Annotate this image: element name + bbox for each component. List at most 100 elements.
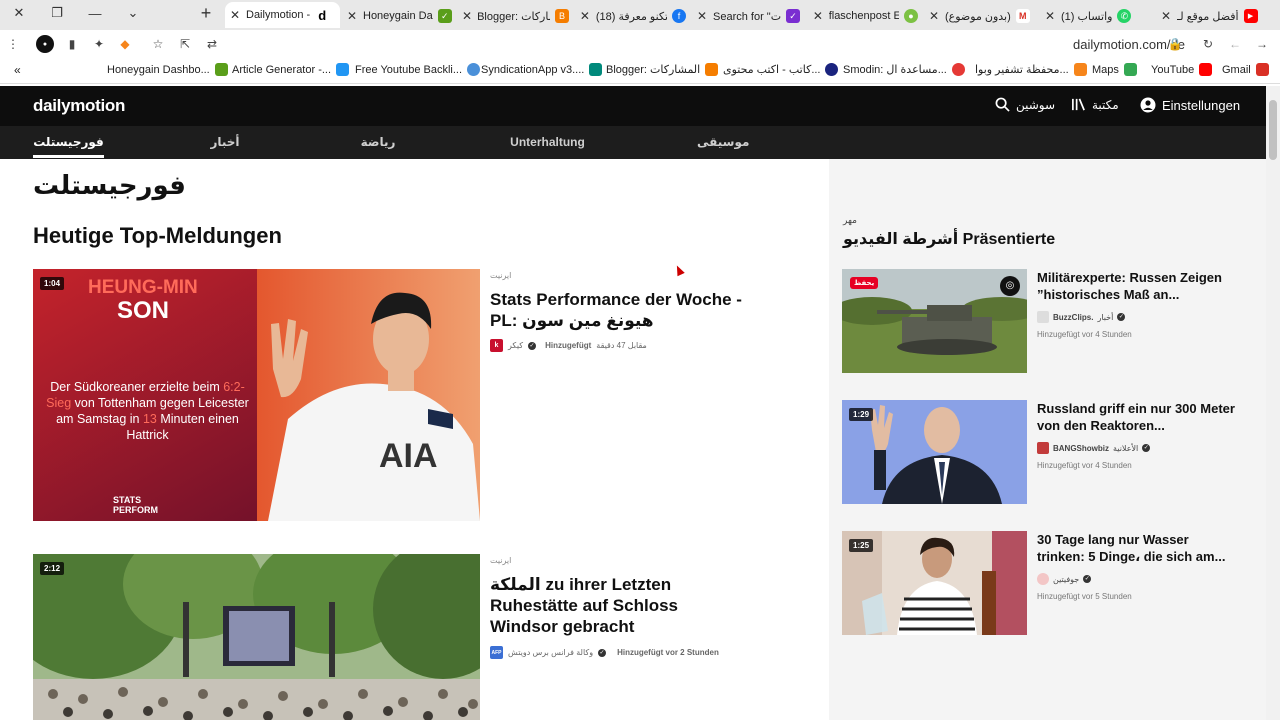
tab-whatsapp[interactable]: ✕ (1) واتساب ✆ <box>1040 4 1154 28</box>
channel-name[interactable]: جوفيتين <box>1053 575 1079 584</box>
blogger-icon <box>705 63 719 76</box>
bookmark-crypto-wallet[interactable]: محفظة تشفير وبوا... <box>975 63 1087 76</box>
tab-dailymotion[interactable]: ✕ Dailymotion - d <box>225 2 340 28</box>
bookmark-honeygain[interactable]: Honeygain Dashbo... <box>107 63 228 76</box>
bookmarks-overflow-icon[interactable]: « <box>14 63 21 77</box>
nav-tab-entertainment[interactable]: Unterhaltung <box>505 135 590 149</box>
scrollbar-thumb[interactable] <box>1269 100 1277 160</box>
side-panel-icon[interactable]: ▮ <box>63 35 81 53</box>
close-tab-icon[interactable]: ✕ <box>346 9 358 23</box>
tab-honeygain[interactable]: ✕ Honeygain Da ✓ <box>342 4 456 28</box>
settings-label: Einstellungen <box>1162 97 1241 113</box>
new-tab-icon[interactable]: + <box>193 0 219 26</box>
maps-icon <box>1123 63 1137 76</box>
site-header: dailymotion سوشين مكتبة Einstellungen <box>0 86 1266 126</box>
nav-tab-music[interactable]: موسيقى <box>697 135 749 149</box>
minimize-icon[interactable]: — <box>82 0 108 26</box>
bookmark-article-generator[interactable]: Article Generator -... <box>232 63 350 76</box>
honeygain-favicon-icon: ✓ <box>437 9 452 23</box>
page-scrollbar[interactable] <box>1266 86 1280 720</box>
flaschenpost-favicon-icon: ● <box>904 9 918 23</box>
video-title[interactable]: 30 Tage lang nur Wasser trinken: 5 Dinge… <box>1037 531 1237 565</box>
verified-icon: ✓ <box>1117 313 1126 321</box>
tab-gmail[interactable]: ✕ (بدون موضوع) M <box>924 4 1038 28</box>
globe-icon <box>467 63 481 76</box>
bookmark-star-icon[interactable]: ☆ <box>149 35 167 53</box>
tab-flaschenpost[interactable]: ✕ flaschenpost E ● <box>808 4 922 28</box>
restore-icon[interactable]: ❐ <box>44 0 70 26</box>
video-thumbnail[interactable]: 1:29 <box>842 400 1027 504</box>
channel-name[interactable]: وكالة فرانس برس دويتش <box>508 648 593 657</box>
back-icon[interactable]: → <box>1253 35 1271 53</box>
story-category[interactable]: ايرنيت <box>490 271 511 280</box>
bookmark-maps[interactable]: Maps <box>1092 63 1137 76</box>
featured-video-item[interactable]: يحفظ ◎ Militärexperte: Russen Zeigen ”hi… <box>842 269 1242 373</box>
library-button[interactable]: مكتبة <box>1071 97 1119 112</box>
channel-name[interactable]: BANGShowbiz <box>1053 444 1109 453</box>
bookmark-label: Free Youtube Backli... <box>355 63 463 76</box>
menu-dots-icon[interactable]: ⋮ <box>7 35 19 53</box>
profile-avatar[interactable]: ● <box>36 35 54 53</box>
extensions-icon[interactable]: ✦ <box>90 35 108 53</box>
library-label: مكتبة <box>1092 97 1119 112</box>
featured-video-item[interactable]: 1:29 Russland griff ein nur 300 Meter vo… <box>842 400 1242 504</box>
syndication-icon <box>589 63 603 76</box>
close-tab-icon[interactable]: ✕ <box>812 9 824 23</box>
lens-search-icon[interactable]: ◎ <box>1000 276 1020 296</box>
tab-youtube[interactable]: ✕ أفضل موقع لـ ▶ <box>1156 4 1270 28</box>
close-tab-icon[interactable]: ✕ <box>928 9 940 23</box>
katib-icon <box>825 63 839 76</box>
close-tab-icon[interactable]: ✕ <box>1160 9 1172 23</box>
forward-icon[interactable]: ← <box>1226 35 1244 53</box>
bookmark-youtube[interactable]: YouTube <box>1151 63 1213 76</box>
bookmark-label: YouTube <box>1151 63 1195 76</box>
bookmark-label: Article Generator -... <box>232 63 332 76</box>
close-tab-icon[interactable]: ✕ <box>696 9 708 23</box>
bookmark-katib[interactable]: كاتب - اكتب محتوى... <box>723 63 839 76</box>
verified-icon: ✓ <box>1083 575 1092 583</box>
added-time: مقابل 47 دقيقة <box>596 341 647 350</box>
share-icon[interactable]: ⇱ <box>176 35 194 53</box>
story-title[interactable]: الملكة zu ihrer Letzten Ruhestätte auf S… <box>490 574 720 637</box>
channel-name[interactable]: كيكر <box>508 341 523 350</box>
story-category[interactable]: ايرنيت <box>490 556 511 565</box>
save-badge[interactable]: يحفظ <box>850 277 879 289</box>
translate-icon[interactable]: ⇄ <box>203 35 221 53</box>
nav-tab-featured[interactable]: فورجيستلت <box>33 135 104 149</box>
settings-button[interactable]: Einstellungen <box>1140 97 1240 113</box>
metamask-icon[interactable]: ◆ <box>116 35 134 53</box>
channel-name[interactable]: BuzzClips. <box>1053 313 1093 322</box>
video-title[interactable]: Militärexperte: Russen Zeigen ”historisc… <box>1037 269 1237 303</box>
reload-icon[interactable]: ↻ <box>1199 35 1217 53</box>
video-title[interactable]: Russland griff ein nur 300 Meter von den… <box>1037 400 1237 434</box>
bookmark-smodin[interactable]: Smodin: مساعدة ال... <box>843 63 965 76</box>
video-duration: 1:04 <box>40 277 65 290</box>
bookmark-blogger[interactable]: Blogger: المشاركات <box>606 63 719 76</box>
tab-facebook[interactable]: ✕ (18) تكنو معرفة f <box>575 4 690 28</box>
tab-blogger[interactable]: ✕ Blogger: مشاركات B <box>458 4 573 28</box>
close-tab-icon[interactable]: ✕ <box>579 9 591 23</box>
nav-tab-sports[interactable]: رياضة <box>358 135 398 149</box>
featured-video-item[interactable]: 1:25 30 Tage lang nur Wasser trinken: 5 … <box>842 531 1242 635</box>
nav-tab-news[interactable]: أخبار <box>205 135 245 149</box>
search-button[interactable]: سوشين <box>995 97 1055 112</box>
video-thumbnail[interactable]: يحفظ ◎ <box>842 269 1027 373</box>
tab-search[interactable]: ✕ Search for "ت ✓ <box>692 4 806 28</box>
close-tab-icon[interactable]: ✕ <box>462 9 472 23</box>
video-thumbnail[interactable]: 2:12 <box>33 554 480 720</box>
bookmark-gmail[interactable]: Gmail <box>1222 63 1269 76</box>
video-thumbnail[interactable]: HEUNG-MIN SON Der Südkoreaner erzielte b… <box>33 269 480 521</box>
story-title[interactable]: Stats Performance der Woche - PL: هيونغ … <box>490 289 770 331</box>
video-duration: 1:29 <box>849 408 874 421</box>
channel-category: الأعلانية <box>1113 443 1139 453</box>
close-tab-icon[interactable]: ✕ <box>229 8 241 22</box>
tab-search-chevron-icon[interactable]: ⌄ <box>120 0 146 26</box>
dailymotion-logo[interactable]: dailymotion <box>33 96 125 116</box>
bookmark-syndicationapp[interactable]: SyndicationApp v3.... <box>481 63 603 76</box>
close-window-icon[interactable]: ✕ <box>6 0 32 26</box>
close-tab-icon[interactable]: ✕ <box>1044 9 1056 23</box>
video-thumbnail[interactable]: 1:25 <box>842 531 1027 635</box>
metamask-icon <box>1073 63 1087 76</box>
bookmark-youtube-backlinks[interactable]: Free Youtube Backli... <box>355 63 481 76</box>
video-channel: BANGShowbiz الأعلانية ✓ <box>1037 442 1151 454</box>
